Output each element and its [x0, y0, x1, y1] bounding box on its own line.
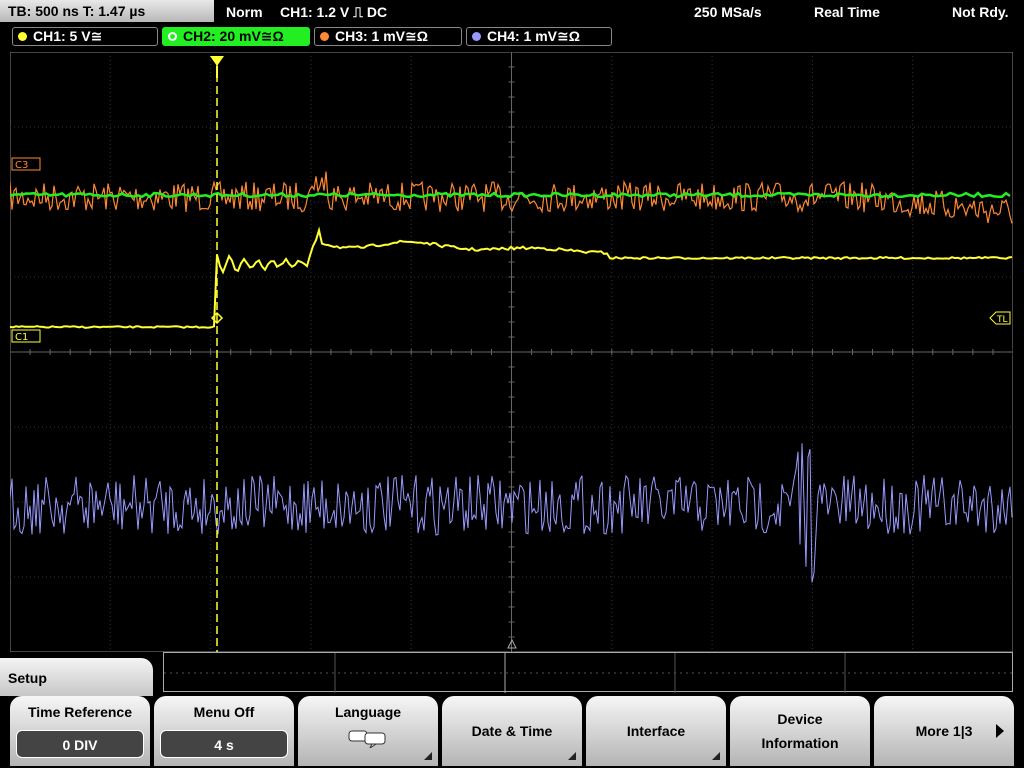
svg-text:C1: C1 — [15, 332, 28, 343]
interface-softkey[interactable]: Interface — [586, 696, 726, 766]
c1-marker[interactable]: C1 — [11, 329, 41, 343]
arrow-right-icon — [996, 724, 1004, 738]
trigger-readout[interactable]: CH1: 1.2 V ⎍ DC — [280, 0, 387, 24]
menu-off-label: Menu Off — [193, 704, 255, 720]
ch4-dot-icon — [472, 32, 481, 41]
svg-text:TL: TL — [996, 315, 1008, 325]
ch3-dot-icon — [320, 32, 329, 41]
channel-tab-ch4[interactable]: CH4: 1 mV≅Ω — [466, 27, 612, 46]
submenu-indicator-icon — [712, 752, 720, 760]
time-reference-softkey[interactable]: Time Reference 0 DIV — [10, 696, 150, 766]
sample-rate: 250 MSa/s — [694, 4, 762, 20]
c3-marker[interactable]: C3 — [11, 157, 41, 171]
device-information-softkey[interactable]: Device Information — [730, 696, 870, 766]
ch1-label: CH1: 5 V≅ — [33, 28, 103, 44]
zoom-strip-grid — [164, 653, 1014, 693]
timebase-readout[interactable]: TB: 500 ns T: 1.47 µs — [0, 0, 214, 22]
status-bar: TB: 500 ns T: 1.47 µs Norm CH1: 1.2 V ⎍ … — [0, 0, 1024, 24]
trigger-state: Not Rdy. — [952, 4, 1009, 20]
svg-text:C3: C3 — [15, 160, 28, 171]
date-time-label: Date & Time — [471, 723, 553, 739]
ch4-label: CH4: 1 mV≅Ω — [487, 28, 580, 44]
menu-off-softkey[interactable]: Menu Off 4 s — [154, 696, 294, 766]
ch1-dot-icon — [18, 32, 27, 41]
language-label: Language — [334, 704, 402, 720]
device-info-line1: Device — [777, 711, 823, 727]
time-reference-value: 0 DIV — [16, 730, 144, 758]
device-info-line2: Information — [761, 735, 839, 751]
zoom-strip — [163, 652, 1014, 693]
ch2-dot-icon — [168, 32, 177, 41]
acquisition-mode: Real Time — [814, 4, 880, 20]
channel-tab-ch2[interactable]: CH2: 20 mV≅Ω — [162, 27, 310, 46]
menu-off-value: 4 s — [160, 730, 288, 758]
trigger-mode: Norm — [226, 4, 263, 20]
waveform-display[interactable]: C3 C1 TL — [10, 52, 1013, 652]
language-softkey[interactable]: Language — [298, 696, 438, 766]
submenu-indicator-icon — [424, 752, 432, 760]
speech-bubbles-icon — [348, 730, 386, 748]
submenu-indicator-icon — [568, 752, 576, 760]
more-softkey[interactable]: More 1|3 — [874, 696, 1014, 766]
menu-title: Setup — [0, 658, 153, 698]
channel-bar: CH1: 5 V≅ CH2: 20 mV≅Ω CH3: 1 mV≅Ω CH4: … — [0, 26, 1024, 48]
ch2-label: CH2: 20 mV≅Ω — [183, 28, 284, 44]
date-time-softkey[interactable]: Date & Time — [442, 696, 582, 766]
more-label: More 1|3 — [915, 723, 973, 739]
ch3-label: CH3: 1 mV≅Ω — [335, 28, 428, 44]
channel-tab-ch1[interactable]: CH1: 5 V≅ — [12, 27, 158, 46]
softkey-bar: Time Reference 0 DIV Menu Off 4 s Langua… — [0, 696, 1024, 768]
interface-label: Interface — [626, 723, 686, 739]
time-reference-label: Time Reference — [27, 704, 132, 720]
channel-tab-ch3[interactable]: CH3: 1 mV≅Ω — [314, 27, 462, 46]
